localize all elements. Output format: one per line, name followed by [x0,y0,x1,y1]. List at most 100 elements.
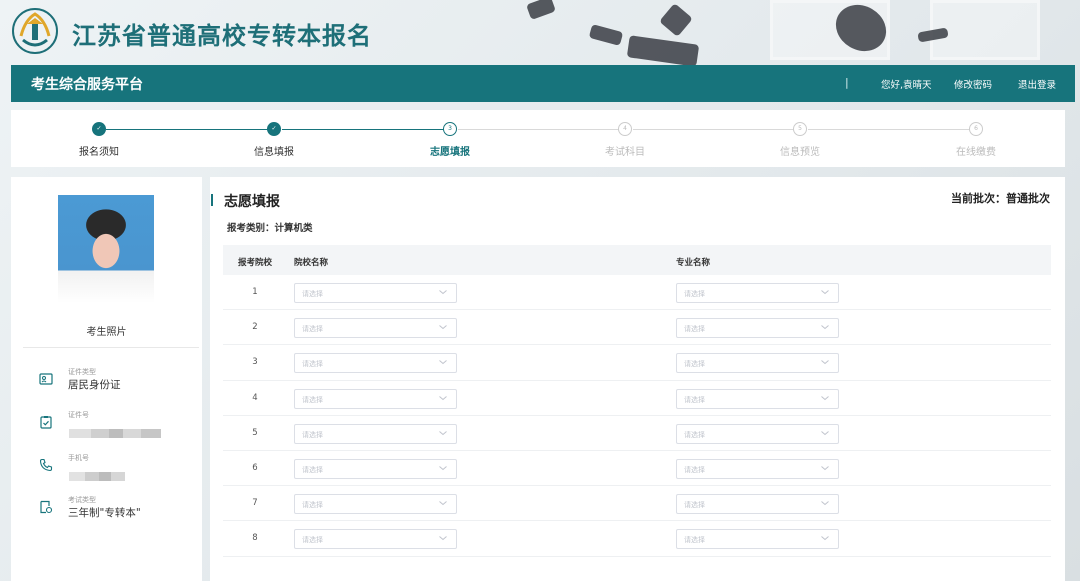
major-select-placeholder: 请选择 [684,465,705,474]
major-select-placeholder: 请选择 [684,430,705,439]
exam-type-value: 三年制"专转本" [68,507,141,519]
major-select[interactable]: 请选择 [676,458,839,479]
table-row: 2 请选择 请选择 [223,310,1051,346]
row-number: 2 [252,322,258,333]
site-title: 江苏省普通高校专转本报名 [72,22,372,50]
chevron-down-icon [821,536,829,541]
school-select-placeholder: 请选择 [302,536,323,545]
chevron-down-icon [821,395,829,400]
platform-brand: 考生综合服务平台 [31,77,143,93]
school-emblem-logo [12,8,58,54]
school-select[interactable]: 请选择 [294,458,457,479]
volunteer-table: 报考院校 院校名称 专业名称 1 请选择 请选择 2 请选择 请选择 3 请选择 [223,245,1051,557]
page-title: 志愿填报 [224,194,280,210]
school-select-placeholder: 请选择 [302,290,323,298]
chevron-down-icon [821,325,829,330]
major-select-placeholder: 请选择 [684,536,705,545]
chevron-down-icon [439,395,447,400]
step-label: 报名须知 [79,147,119,158]
volunteer-form-panel: 志愿填报 当前批次：普通批次 报考类别：计算机类 报考院校 院校名称 专业名称 … [210,177,1065,581]
school-select[interactable]: 请选择 [294,318,457,339]
school-select-placeholder: 请选择 [302,360,323,369]
major-select-placeholder: 请选择 [684,501,705,510]
table-row: 6 请选择 请选择 [223,451,1051,487]
chevron-down-icon [821,360,829,365]
chevron-down-icon [439,325,447,330]
major-select-placeholder: 请选择 [684,395,705,404]
school-select[interactable]: 请选择 [294,529,457,550]
major-select[interactable]: 请选择 [676,353,839,374]
site-header: 江苏省普通高校专转本报名 [0,0,1080,65]
school-select-placeholder: 请选择 [302,325,323,334]
school-select-placeholder: 请选择 [302,430,323,439]
phone-icon [39,458,53,472]
step-label: 信息预览 [780,147,820,158]
table-row: 3 请选择 请选择 [223,345,1051,381]
school-select-placeholder: 请选择 [302,501,323,510]
major-select[interactable]: 请选择 [676,318,839,339]
row-number: 4 [252,392,258,403]
logout-link[interactable]: 退出登录 [1018,77,1056,91]
candidate-profile-panel: 考生照片 证件类型 居民身份证 证件号 手机号 考试类型 三年制"专转本" [11,177,202,581]
phone-item: 手机号 [39,453,199,483]
step-info-preview: 5 信息预览 [740,122,860,158]
step-number-icon: 5 [793,122,807,136]
school-select[interactable]: 请选择 [294,353,457,374]
step-online-payment: 6 在线缴费 [916,122,1036,158]
chevron-down-icon [439,536,447,541]
progress-steps: ✓ 报名须知 ✓ 信息填报 3 志愿填报 4 考试科目 5 信息预览 6 在线缴… [11,110,1065,167]
major-select[interactable]: 请选择 [676,423,839,444]
chevron-down-icon [821,290,829,295]
table-row: 5 请选择 请选择 [223,416,1051,451]
id-number-label: 证件号 [68,411,89,419]
exam-category: 报考类别：计算机类 [227,223,313,234]
id-number-masked-value [69,423,161,438]
chevron-down-icon [439,466,447,471]
chevron-down-icon [821,466,829,471]
school-select-placeholder: 请选择 [302,395,323,404]
step-label: 信息填报 [254,147,294,158]
row-number: 5 [252,427,258,438]
school-select-placeholder: 请选择 [302,465,323,474]
photo-caption: 考生照片 [86,327,127,338]
id-type-item: 证件类型 居民身份证 [39,367,199,397]
navbar-separator: | [845,76,849,89]
table-header: 报考院校 院校名称 专业名称 [223,245,1051,275]
row-number: 6 [252,462,258,473]
major-select[interactable]: 请选择 [676,388,839,409]
table-row: 7 请选择 请选择 [223,486,1051,522]
major-select[interactable]: 请选择 [676,283,839,303]
school-select[interactable]: 请选择 [294,423,457,444]
major-select[interactable]: 请选择 [676,494,839,515]
step-number-icon: 6 [969,122,983,136]
exam-type-item: 考试类型 三年制"专转本" [39,495,199,529]
school-select[interactable]: 请选择 [294,283,457,303]
school-select[interactable]: 请选择 [294,388,457,409]
row-number: 7 [252,498,258,509]
chevron-down-icon [439,360,447,365]
top-navbar: 考生综合服务平台 | 您好,袁晴天 修改密码 退出登录 [11,65,1075,102]
major-select-placeholder: 请选择 [684,290,705,298]
chevron-down-icon [439,501,447,506]
step-volunteer-fill: 3 志愿填报 [390,122,510,158]
step-exam-subjects: 4 考试科目 [565,122,685,158]
step-label: 考试科目 [605,147,645,158]
table-body: 1 请选择 请选择 2 请选择 请选择 3 请选择 请选择 4 请选择 请选择 … [223,275,1051,557]
step-info-fill: ✓ 信息填报 [214,122,334,158]
step-number-icon: 4 [618,122,632,136]
step-number-icon: 3 [443,122,457,136]
id-number-item: 证件号 [39,410,199,440]
step-check-icon: ✓ [267,122,281,136]
row-number: 8 [252,533,258,544]
major-select[interactable]: 请选择 [676,529,839,550]
divider [23,347,199,348]
step-registration-notice: ✓ 报名须知 [39,122,159,158]
chevron-down-icon [821,501,829,506]
change-password-link[interactable]: 修改密码 [954,77,992,91]
chevron-down-icon [439,430,447,435]
major-select-placeholder: 请选择 [684,325,705,334]
column-header-school-name: 院校名称 [294,258,329,268]
school-select[interactable]: 请选择 [294,494,457,515]
major-select-placeholder: 请选择 [684,360,705,369]
table-row: 8 请选择 请选择 [223,521,1051,557]
